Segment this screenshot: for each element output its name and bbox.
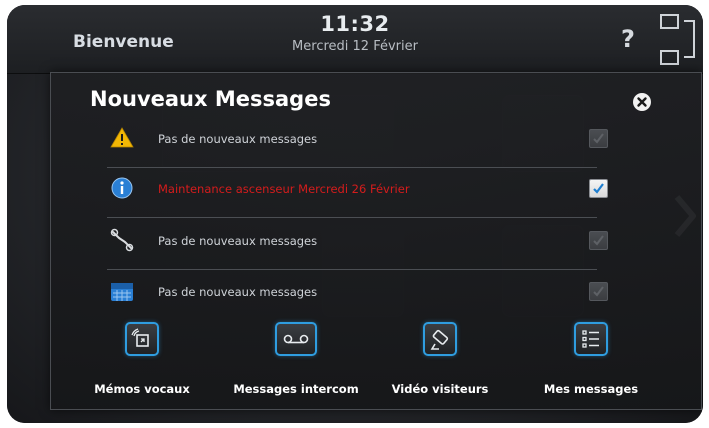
new-messages-dialog: Nouveaux Messages Pas de nouveaux messag…: [50, 72, 702, 410]
help-button[interactable]: ?: [621, 25, 635, 53]
top-bar: Bienvenue 11:32 Mercredi 12 Février ?: [7, 5, 703, 74]
dialog-title: Nouveaux Messages: [90, 87, 331, 111]
message-text: Pas de nouveaux messages: [158, 132, 318, 146]
clock-date: Mercredi 12 Février: [292, 39, 418, 54]
message-row[interactable]: Pas de nouveaux messages: [107, 270, 608, 320]
message-text: Pas de nouveaux messages: [158, 234, 318, 248]
warning-icon: [110, 127, 134, 148]
my-messages-button[interactable]: Mes messages: [524, 322, 658, 396]
message-checkbox[interactable]: [589, 231, 608, 250]
my-messages-label: Mes messages: [543, 382, 639, 396]
visitor-video-button[interactable]: Vidéo visiteurs: [373, 322, 507, 396]
intercom-tape-icon: [275, 322, 317, 356]
voice-memo-icon: [125, 322, 159, 356]
info-icon: [111, 177, 133, 199]
voice-memos-button[interactable]: Mémos vocaux: [75, 322, 209, 396]
visitor-video-label: Vidéo visiteurs: [391, 382, 489, 396]
message-text: Maintenance ascenseur Mercredi 26 Févrie…: [158, 182, 410, 196]
intercom-messages-label: Messages intercom: [233, 382, 359, 396]
message-row[interactable]: Maintenance ascenseur Mercredi 26 Févrie…: [107, 167, 608, 218]
message-text: Pas de nouveaux messages: [158, 285, 318, 299]
message-checkbox[interactable]: [589, 129, 608, 148]
voice-memos-label: Mémos vocaux: [94, 382, 190, 396]
message-checkbox[interactable]: [589, 282, 608, 301]
message-checkbox[interactable]: [589, 179, 608, 198]
device-frame: Bienvenue 11:32 Mercredi 12 Février ? No…: [7, 5, 703, 423]
message-row[interactable]: Pas de nouveaux messages: [107, 117, 608, 168]
calendar-icon: [111, 283, 133, 301]
wrench-icon: [110, 228, 134, 252]
window-switch-icon[interactable]: [658, 11, 698, 67]
message-row[interactable]: Pas de nouveaux messages: [107, 219, 608, 270]
list-icon: [574, 322, 608, 356]
clock-time: 11:32: [320, 12, 390, 36]
camera-icon: [423, 322, 457, 356]
home-screen: Bienvenue 11:32 Mercredi 12 Février ? No…: [7, 5, 703, 423]
close-icon[interactable]: [633, 93, 651, 111]
intercom-messages-button[interactable]: Messages intercom: [229, 322, 363, 396]
